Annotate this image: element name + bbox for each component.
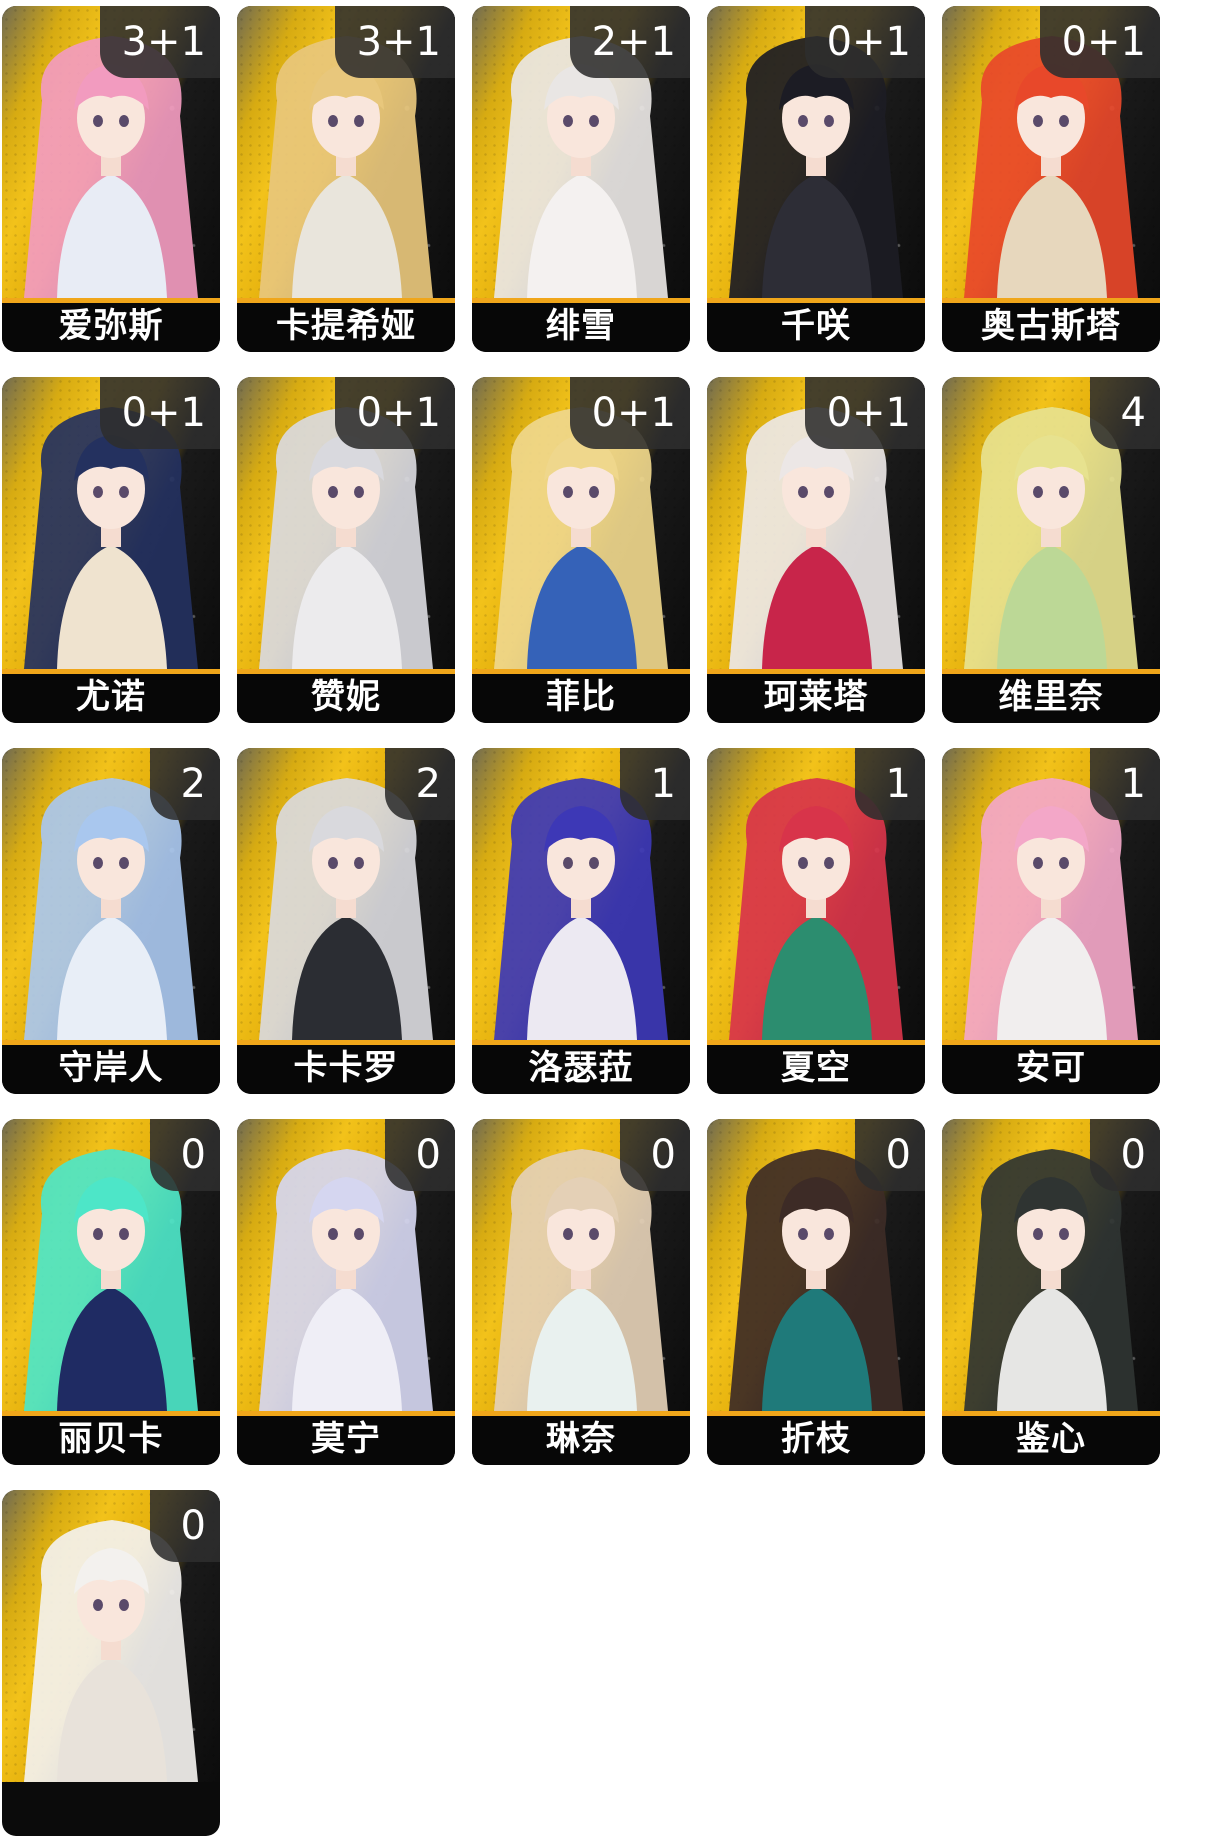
character-portrait: 0+1	[707, 6, 925, 298]
character-name: 鉴心	[942, 1416, 1160, 1465]
character-card[interactable]: 0 琳奈	[472, 1119, 690, 1465]
character-portrait: 0+1	[237, 377, 455, 669]
character-portrait: 0	[707, 1119, 925, 1411]
character-card[interactable]: 1 夏空	[707, 748, 925, 1094]
character-card[interactable]: 2 卡卡罗	[237, 748, 455, 1094]
character-name: 卡提希娅	[237, 303, 455, 352]
character-portrait: 0+1	[472, 377, 690, 669]
character-portrait: 0	[942, 1119, 1160, 1411]
character-portrait: 1	[707, 748, 925, 1040]
character-portrait: 2+1	[472, 6, 690, 298]
character-name: 卡卡罗	[237, 1045, 455, 1094]
copy-count-badge: 3+1	[99, 6, 220, 78]
character-card[interactable]: 0+1 尤诺	[2, 377, 220, 723]
character-portrait: 0	[2, 1119, 220, 1411]
character-card[interactable]: 3+1 卡提希娅	[237, 6, 455, 352]
character-name: 折枝	[707, 1416, 925, 1465]
copy-count-badge: 0+1	[804, 377, 925, 449]
character-portrait: 3+1	[237, 6, 455, 298]
character-name: 赞妮	[237, 674, 455, 723]
character-name: 绯雪	[472, 303, 690, 352]
character-card[interactable]: 0 鉴心	[942, 1119, 1160, 1465]
character-name: 安可	[942, 1045, 1160, 1094]
character-portrait: 1	[942, 748, 1160, 1040]
copy-count-badge: 0	[385, 1119, 455, 1191]
character-card[interactable]: 1 洛瑟菈	[472, 748, 690, 1094]
copy-count-badge: 0	[855, 1119, 925, 1191]
copy-count-badge: 2	[385, 748, 455, 820]
copy-count-badge: 1	[620, 748, 690, 820]
copy-count-badge: 2+1	[569, 6, 690, 78]
copy-count-badge: 0+1	[99, 377, 220, 449]
character-name: 洛瑟菈	[472, 1045, 690, 1094]
character-portrait: 3+1	[2, 6, 220, 298]
copy-count-badge: 4	[1090, 377, 1160, 449]
character-card[interactable]: 0 莫宁	[237, 1119, 455, 1465]
character-name: 尤诺	[2, 674, 220, 723]
character-name: 奥古斯塔	[942, 303, 1160, 352]
character-portrait: 0+1	[707, 377, 925, 669]
copy-count-badge: 0	[150, 1490, 220, 1562]
character-portrait: 0+1	[942, 6, 1160, 298]
character-card[interactable]: 0+1 珂莱塔	[707, 377, 925, 723]
character-card[interactable]: 0 丽贝卡	[2, 1119, 220, 1465]
character-portrait: 0+1	[2, 377, 220, 669]
copy-count-badge: 2	[150, 748, 220, 820]
character-portrait: 4	[942, 377, 1160, 669]
copy-count-badge: 3+1	[334, 6, 455, 78]
character-name: 菲比	[472, 674, 690, 723]
character-name: 维里奈	[942, 674, 1160, 723]
character-portrait: 0	[472, 1119, 690, 1411]
character-name: 莫宁	[237, 1416, 455, 1465]
copy-count-badge: 0+1	[334, 377, 455, 449]
character-name: 琳奈	[472, 1416, 690, 1465]
copy-count-badge: 0	[620, 1119, 690, 1191]
character-name: 丽贝卡	[2, 1416, 220, 1465]
copy-count-badge: 0	[1090, 1119, 1160, 1191]
character-card-grid: 3+1 爱弥斯 3+1 卡提希娅 2+1 绯雪 0+1 千咲 0+1 奥古斯塔 0+1 尤诺 0+1 赞妮…	[0, 0, 1214, 1836]
copy-count-badge: 0	[150, 1119, 220, 1191]
character-name: 爱弥斯	[2, 303, 220, 352]
character-card[interactable]: 2 守岸人	[2, 748, 220, 1094]
copy-count-badge: 1	[855, 748, 925, 820]
character-card[interactable]: 1 安可	[942, 748, 1160, 1094]
character-card[interactable]: 4 维里奈	[942, 377, 1160, 723]
character-name: 千咲	[707, 303, 925, 352]
character-card[interactable]: 3+1 爱弥斯	[2, 6, 220, 352]
character-portrait: 0	[237, 1119, 455, 1411]
character-name: 夏空	[707, 1045, 925, 1094]
copy-count-badge: 1	[1090, 748, 1160, 820]
character-name: 守岸人	[2, 1045, 220, 1094]
character-card[interactable]: 0+1 赞妮	[237, 377, 455, 723]
character-card[interactable]: 0+1 千咲	[707, 6, 925, 352]
character-card[interactable]: 0	[2, 1490, 220, 1836]
character-portrait: 0	[2, 1490, 220, 1782]
copy-count-badge: 0+1	[569, 377, 690, 449]
character-name: 珂莱塔	[707, 674, 925, 723]
character-portrait: 2	[2, 748, 220, 1040]
character-card[interactable]: 0+1 菲比	[472, 377, 690, 723]
character-portrait: 1	[472, 748, 690, 1040]
character-card[interactable]: 0 折枝	[707, 1119, 925, 1465]
copy-count-badge: 0+1	[804, 6, 925, 78]
character-card[interactable]: 0+1 奥古斯塔	[942, 6, 1160, 352]
copy-count-badge: 0+1	[1039, 6, 1160, 78]
character-card[interactable]: 2+1 绯雪	[472, 6, 690, 352]
character-portrait: 2	[237, 748, 455, 1040]
